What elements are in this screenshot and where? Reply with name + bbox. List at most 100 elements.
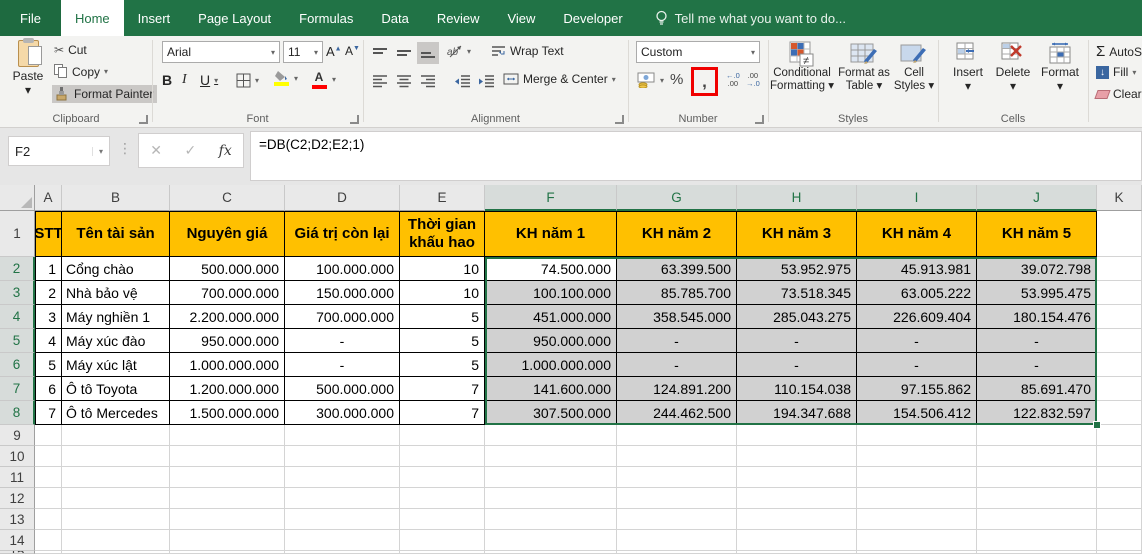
cell-I4[interactable]: 226.609.404 — [857, 305, 977, 329]
cell-J9[interactable] — [977, 425, 1097, 446]
cell-styles-button[interactable]: Cell Styles ▾ — [892, 41, 936, 93]
cell-B2[interactable]: Cổng chào — [62, 257, 170, 281]
italic-button[interactable]: I — [182, 72, 187, 88]
cell-G13[interactable] — [617, 509, 737, 530]
tab-formulas[interactable]: Formulas — [285, 0, 367, 36]
formula-bar-grip-icon[interactable]: ⋮ — [118, 140, 132, 157]
cell-I9[interactable] — [857, 425, 977, 446]
cell-J10[interactable] — [977, 446, 1097, 467]
cell-A9[interactable] — [35, 425, 62, 446]
tab-data[interactable]: Data — [367, 0, 422, 36]
cell-F9[interactable] — [485, 425, 617, 446]
cell-D3[interactable]: 150.000.000 — [285, 281, 400, 305]
cell-E3[interactable]: 10 — [400, 281, 485, 305]
enter-icon[interactable]: ✓ — [184, 142, 196, 159]
cell-J5[interactable]: - — [977, 329, 1097, 353]
cell-E13[interactable] — [400, 509, 485, 530]
decrease-decimal-button[interactable]: .00 →.0 — [746, 72, 760, 89]
cell-C5[interactable]: 950.000.000 — [170, 329, 285, 353]
row-header-7[interactable]: 7 — [0, 377, 35, 401]
cell-K1[interactable] — [1097, 211, 1142, 257]
cell-F14[interactable] — [485, 530, 617, 551]
cell-G4[interactable]: 358.545.000 — [617, 305, 737, 329]
cell-G7[interactable]: 124.891.200 — [617, 377, 737, 401]
row-header-9[interactable]: 9 — [0, 425, 35, 446]
cell-B11[interactable] — [62, 467, 170, 488]
cell-K9[interactable] — [1097, 425, 1142, 446]
increase-indent-button[interactable] — [475, 70, 497, 92]
cell-A6[interactable]: 5 — [35, 353, 62, 377]
cell-F7[interactable]: 141.600.000 — [485, 377, 617, 401]
cell-B5[interactable]: Máy xúc đào — [62, 329, 170, 353]
fill-handle[interactable] — [1093, 421, 1101, 429]
cell-B6[interactable]: Máy xúc lật — [62, 353, 170, 377]
cell-A11[interactable] — [35, 467, 62, 488]
column-header-A[interactable]: A — [35, 185, 62, 211]
name-box[interactable]: F2 ▾ — [8, 136, 110, 166]
cell-K2[interactable] — [1097, 257, 1142, 281]
cell-E11[interactable] — [400, 467, 485, 488]
number-dialog-launcher-icon[interactable] — [755, 115, 764, 124]
cell-B7[interactable]: Ô tô Toyota — [62, 377, 170, 401]
alignment-dialog-launcher-icon[interactable] — [615, 115, 624, 124]
cell-I12[interactable] — [857, 488, 977, 509]
tab-file[interactable]: File — [0, 0, 61, 36]
cell-D10[interactable] — [285, 446, 400, 467]
column-header-H[interactable]: H — [737, 185, 857, 211]
insert-cells-button[interactable]: Insert▾ — [948, 42, 988, 94]
cell-D9[interactable] — [285, 425, 400, 446]
cell-K12[interactable] — [1097, 488, 1142, 509]
cell-G14[interactable] — [617, 530, 737, 551]
cell-D5[interactable]: - — [285, 329, 400, 353]
paste-dropdown-arrow[interactable]: ▾ — [25, 84, 31, 98]
cell-H12[interactable] — [737, 488, 857, 509]
cell-F6[interactable]: 1.000.000.000 — [485, 353, 617, 377]
cell-A2[interactable]: 1 — [35, 257, 62, 281]
cell-I8[interactable]: 154.506.412 — [857, 401, 977, 425]
cell-H13[interactable] — [737, 509, 857, 530]
clear-button[interactable]: Clear — [1096, 87, 1142, 101]
tab-page-layout[interactable]: Page Layout — [184, 0, 285, 36]
cell-G11[interactable] — [617, 467, 737, 488]
grow-font-button[interactable]: A▲ — [326, 44, 342, 59]
cell-K14[interactable] — [1097, 530, 1142, 551]
delete-cells-button[interactable]: Delete▾ — [992, 42, 1034, 94]
format-as-table-button[interactable]: Format as Table ▾ — [836, 41, 892, 93]
insert-function-icon[interactable]: fx — [219, 143, 232, 159]
cell-I3[interactable]: 63.005.222 — [857, 281, 977, 305]
cell-H14[interactable] — [737, 530, 857, 551]
cell-I13[interactable] — [857, 509, 977, 530]
paste-button[interactable]: Paste ▾ — [6, 40, 50, 98]
row-header-1[interactable]: 1 — [0, 211, 35, 257]
row-header-6[interactable]: 6 — [0, 353, 35, 377]
cell-C9[interactable] — [170, 425, 285, 446]
cell-A13[interactable] — [35, 509, 62, 530]
cell-B9[interactable] — [62, 425, 170, 446]
cell-E5[interactable]: 5 — [400, 329, 485, 353]
cell-F10[interactable] — [485, 446, 617, 467]
cell-B12[interactable] — [62, 488, 170, 509]
cell-E7[interactable]: 7 — [400, 377, 485, 401]
cell-A10[interactable] — [35, 446, 62, 467]
cell-J3[interactable]: 53.995.475 — [977, 281, 1097, 305]
cell-K11[interactable] — [1097, 467, 1142, 488]
cell-H2[interactable]: 53.952.975 — [737, 257, 857, 281]
cell-C11[interactable] — [170, 467, 285, 488]
cell-C13[interactable] — [170, 509, 285, 530]
name-box-dropdown-arrow[interactable]: ▾ — [92, 147, 103, 156]
cell-J11[interactable] — [977, 467, 1097, 488]
format-painter-button[interactable]: Format Painter — [52, 85, 157, 103]
cell-H8[interactable]: 194.347.688 — [737, 401, 857, 425]
cell-G5[interactable]: - — [617, 329, 737, 353]
row-header-14[interactable]: 14 — [0, 530, 35, 551]
cell-A14[interactable] — [35, 530, 62, 551]
number-format-combo[interactable]: Custom▾ — [636, 41, 760, 63]
cell-K4[interactable] — [1097, 305, 1142, 329]
tab-home[interactable]: Home — [61, 0, 124, 36]
cell-D14[interactable] — [285, 530, 400, 551]
column-header-J[interactable]: J — [977, 185, 1097, 211]
increase-decimal-button[interactable]: ←.0 .00 — [726, 72, 740, 89]
cell-A12[interactable] — [35, 488, 62, 509]
bold-button[interactable]: B — [162, 72, 172, 88]
cell-G2[interactable]: 63.399.500 — [617, 257, 737, 281]
